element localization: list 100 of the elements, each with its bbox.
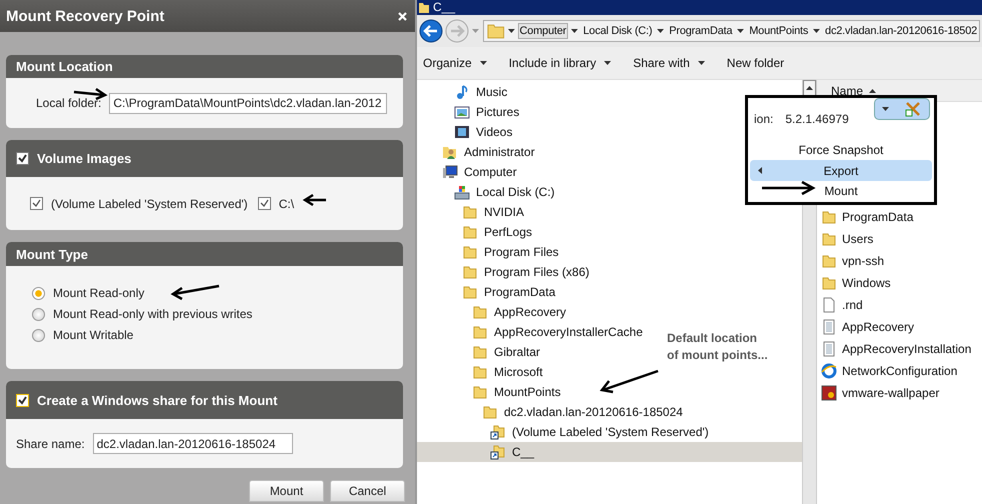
folder-icon xyxy=(462,284,478,300)
checkbox[interactable] xyxy=(16,152,29,165)
folder-icon xyxy=(462,244,478,260)
user-folder-icon xyxy=(442,144,458,160)
caret-icon xyxy=(698,61,705,65)
tree-item[interactable]: Music xyxy=(417,82,512,102)
checkbox[interactable] xyxy=(258,197,271,210)
back-button-icon[interactable] xyxy=(419,19,443,43)
file-item[interactable]: NetworkConfiguration xyxy=(817,360,982,382)
checkbox[interactable] xyxy=(30,197,43,210)
dialog-title: Mount Recovery Point xyxy=(6,8,164,24)
share-name-field[interactable]: dc2.vladan.lan-20120616-185024 xyxy=(92,433,293,454)
menu-item[interactable]: Force Snapshot xyxy=(750,139,932,160)
tree-item[interactable]: AppRecoveryInstallerCache xyxy=(417,322,647,342)
globe-e-icon xyxy=(821,363,837,379)
arrow-drawing xyxy=(762,182,814,194)
caret-icon xyxy=(806,86,813,90)
tree-item[interactable]: MountPoints xyxy=(417,382,565,402)
breadcrumb-item[interactable]: Computer xyxy=(518,23,568,39)
file-item[interactable]: AppRecoveryInstallation xyxy=(817,338,982,360)
radio-button[interactable] xyxy=(32,308,45,320)
field-label: Local folder: xyxy=(36,96,102,110)
file-item[interactable]: Users xyxy=(817,228,982,250)
tools-dropdown-button[interactable] xyxy=(874,98,930,120)
tree-item[interactable]: Microsoft xyxy=(417,362,547,382)
file-item[interactable]: .rnd xyxy=(817,294,982,316)
radio-button[interactable] xyxy=(32,328,45,342)
file-item[interactable]: AppRecovery xyxy=(817,316,982,338)
tree-item[interactable]: Pictures xyxy=(417,102,524,122)
folder-icon xyxy=(821,209,837,225)
annotation-text: Default location of mount points... xyxy=(667,330,768,364)
section-title: Mount Location xyxy=(16,59,113,74)
breadcrumb-item[interactable]: ProgramData xyxy=(667,23,734,39)
tree-item[interactable]: Computer xyxy=(417,162,521,182)
picture-icon xyxy=(454,104,470,120)
toolbar-button[interactable]: Organize xyxy=(423,56,487,70)
arrow-drawing xyxy=(600,370,658,392)
caret-icon xyxy=(571,29,578,33)
tree-item[interactable]: AppRecovery xyxy=(417,302,570,322)
breadcrumb-item[interactable]: Local Disk (C:) xyxy=(581,23,654,39)
toolbar-button[interactable]: Include in library xyxy=(508,56,612,70)
arrow-drawing xyxy=(171,285,219,299)
field-label: Share name: xyxy=(16,436,85,450)
folder-icon xyxy=(472,384,488,400)
tree-item[interactable]: Videos xyxy=(417,122,516,142)
version-label: ion: xyxy=(754,112,774,126)
tree-item[interactable]: (Volume Labeled 'System Reserved') xyxy=(417,422,713,442)
music-note-icon xyxy=(454,84,470,100)
caret-icon xyxy=(508,29,515,33)
caret-icon xyxy=(869,88,876,92)
menu-item[interactable]: Export xyxy=(750,160,932,181)
breadcrumb-item[interactable]: MountPoints xyxy=(747,23,810,39)
folder-icon xyxy=(472,364,488,380)
close-icon[interactable] xyxy=(398,12,407,20)
folder-shortcut-icon xyxy=(490,424,506,440)
address-bar[interactable]: Computer Local Disk (C:) ProgramData MountPoints dc2.vladan.lan-20120616-18502 xyxy=(483,20,980,42)
tree-item[interactable]: Administrator xyxy=(417,142,539,162)
tree-item[interactable]: NVIDIA xyxy=(417,202,528,222)
tree-item[interactable]: Program Files (x86) xyxy=(417,262,594,282)
file-item[interactable]: vpn-ssh xyxy=(817,250,982,272)
tree-item[interactable]: Gibraltar xyxy=(417,342,544,362)
toolbar-button[interactable]: Share with xyxy=(633,56,705,70)
file-item[interactable]: Windows xyxy=(817,272,982,294)
arrow-drawing xyxy=(304,195,326,205)
scroll-up-button[interactable] xyxy=(803,80,816,96)
cancel-button[interactable]: Cancel xyxy=(330,480,405,502)
caret-icon xyxy=(657,29,664,33)
file-icon xyxy=(821,297,837,313)
caret-icon xyxy=(480,61,487,65)
checkbox[interactable] xyxy=(16,394,29,406)
tree-item[interactable]: Local Disk (C:) xyxy=(417,182,559,202)
window-title: C__ xyxy=(433,0,456,15)
tree-item[interactable]: PerfLogs xyxy=(417,222,536,242)
arrow-drawing xyxy=(74,87,106,99)
caret-icon xyxy=(882,106,890,111)
folder-icon xyxy=(462,224,478,240)
mount-button[interactable]: Mount xyxy=(249,480,324,502)
tree-item[interactable]: Program Files xyxy=(417,242,563,262)
tree-item[interactable]: ProgramData xyxy=(417,282,560,302)
caret-icon xyxy=(604,61,612,65)
radio-label: Mount Read-only with previous writes xyxy=(53,307,252,321)
toolbar-button[interactable]: New folder xyxy=(726,56,784,70)
file-item[interactable]: ProgramData xyxy=(817,206,982,228)
file-item[interactable]: vmware-wallpaper xyxy=(817,382,982,404)
local-folder-field[interactable]: C:\ProgramData\MountPoints\dc2.vladan.lan-2012 xyxy=(109,92,388,114)
tree-item[interactable]: dc2.vladan.lan-20120616-185024 xyxy=(417,402,687,422)
section-title: Create a Windows share for this Mount xyxy=(37,392,278,408)
folder-icon xyxy=(482,404,498,420)
folder-icon xyxy=(472,344,488,360)
text-file-icon xyxy=(821,319,837,335)
tools-icon xyxy=(904,100,922,118)
volume-label: C:\ xyxy=(278,196,294,210)
breadcrumb-item[interactable]: dc2.vladan.lan-20120616-18502 xyxy=(823,23,979,39)
version-number: 5.2.1.46979 xyxy=(785,112,849,126)
folder-icon xyxy=(821,231,837,247)
folder-icon xyxy=(419,2,429,13)
section-title: Mount Type xyxy=(16,246,88,262)
menu-item[interactable]: Mount xyxy=(750,181,932,202)
radio-button[interactable] xyxy=(32,286,45,300)
tree-item[interactable]: C__ xyxy=(417,442,802,462)
